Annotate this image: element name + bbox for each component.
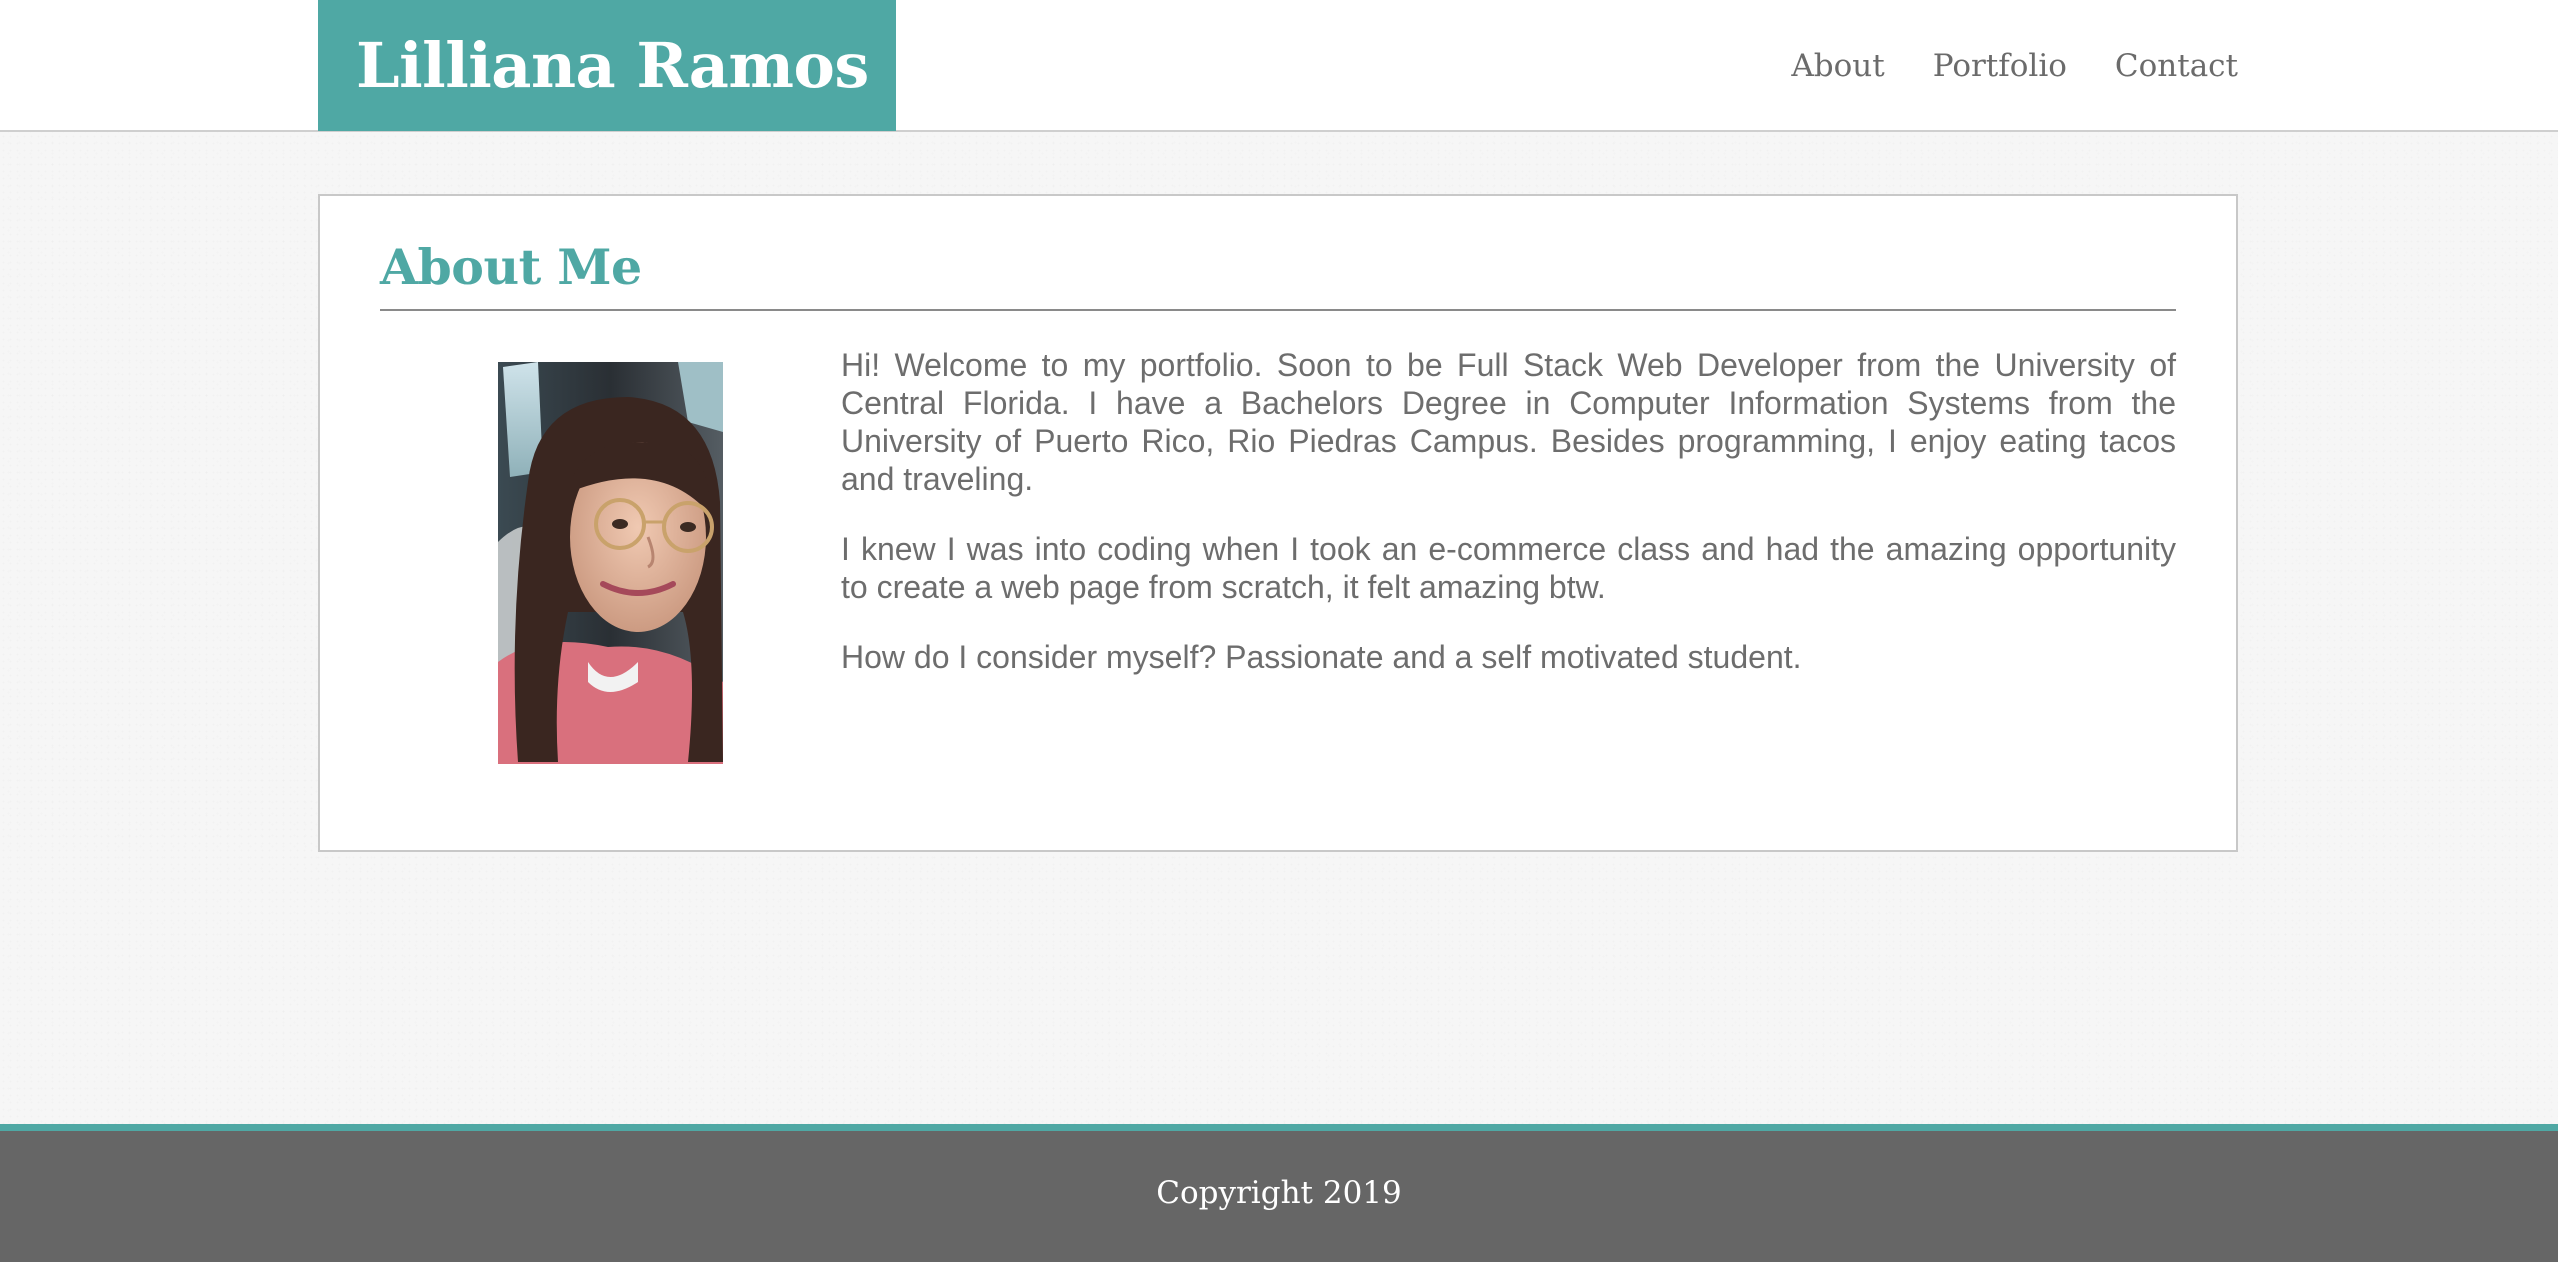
about-card: About Me Hi! Welcome to my portfolio. So… (318, 194, 2238, 852)
site-header: Lilliana Ramos About Portfolio Contact (0, 0, 2558, 132)
main-nav: About Portfolio Contact (1791, 0, 2238, 132)
nav-link-about[interactable]: About (1791, 48, 1884, 84)
nav-link-contact[interactable]: Contact (2115, 48, 2238, 84)
site-footer: Copyright 2019 (0, 1124, 2558, 1262)
about-heading: About Me (380, 238, 642, 296)
heading-divider (380, 309, 2176, 311)
about-paragraph-self: How do I consider myself? Passionate and… (841, 639, 1802, 675)
copyright-text: Copyright 2019 (1156, 1175, 1402, 1211)
about-text: Hi! Welcome to my portfolio. Soon to be … (841, 346, 2176, 708)
about-paragraph-coding: I knew I was into coding when I took an … (841, 531, 2176, 605)
site-title[interactable]: Lilliana Ramos (318, 0, 896, 131)
profile-photo (498, 362, 723, 764)
nav-link-portfolio[interactable]: Portfolio (1933, 48, 2067, 84)
about-paragraph-intro: Hi! Welcome to my portfolio. Soon to be … (841, 347, 2176, 497)
